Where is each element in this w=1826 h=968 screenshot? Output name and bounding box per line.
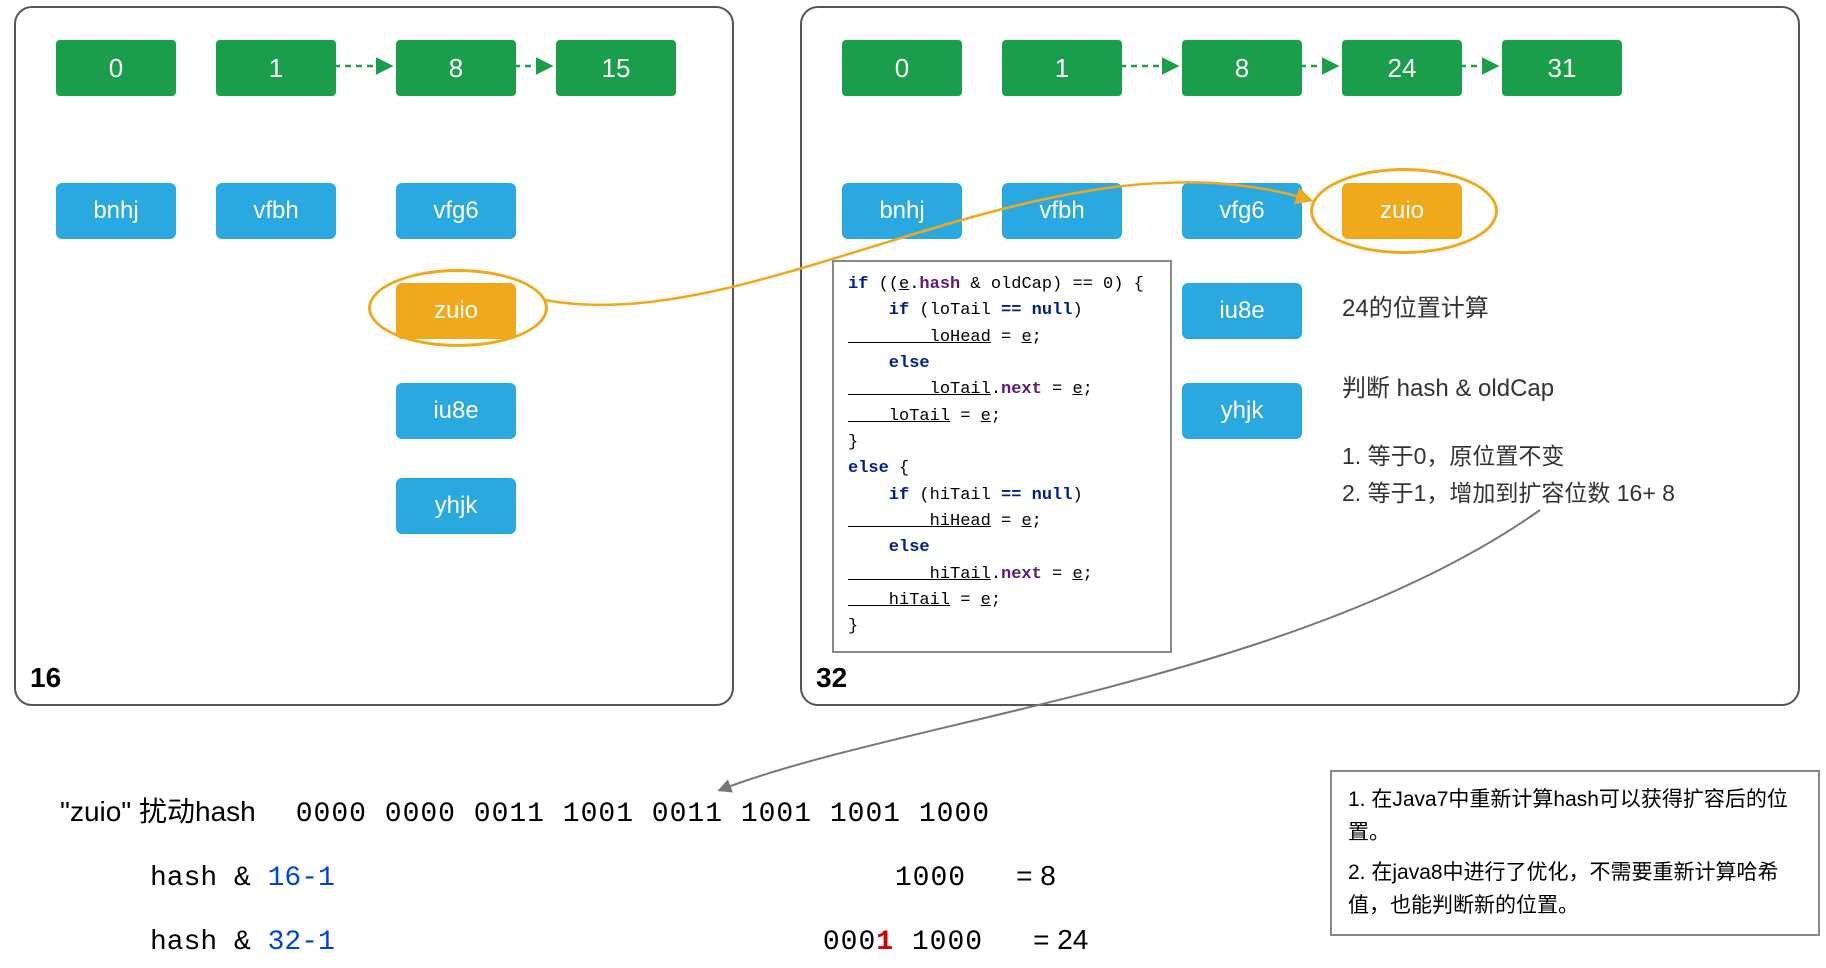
bucket-8: 8 [396, 40, 516, 96]
panel-label-32: 32 [816, 662, 847, 694]
info-title: 24的位置计算 [1342, 288, 1489, 323]
node-r-bnhj: bnhj [842, 183, 962, 239]
code-snippet: if ((e.hash & oldCap) == 0) { if (loTail… [832, 260, 1172, 653]
bucket-r1: 1 [1002, 40, 1122, 96]
node-iu8e: iu8e [396, 383, 516, 439]
bucket-r0: 0 [842, 40, 962, 96]
info-sub: 判断 hash & oldCap [1342, 368, 1554, 403]
bucket-r8: 8 [1182, 40, 1302, 96]
panel-32: 0 1 8 24 31 bnhj vfbh vfg6 iu8e yhjk zui… [800, 6, 1800, 706]
node-r-yhjk: yhjk [1182, 383, 1302, 439]
panel-16: 0 1 8 15 bnhj vfbh vfg6 zuio iu8e yhjk 1… [14, 6, 734, 706]
calc-binary: 0000 0000 0011 1001 0011 1001 1001 1000 [296, 799, 990, 830]
calc-label: "zuio" 扰动hash [60, 790, 256, 830]
node-yhjk: yhjk [396, 478, 516, 534]
highlight-ring-left [368, 269, 548, 347]
bucket-15: 15 [556, 40, 676, 96]
node-r-iu8e: iu8e [1182, 283, 1302, 339]
bucket-r24: 24 [1342, 40, 1462, 96]
node-bnhj: bnhj [56, 183, 176, 239]
panel-label-16: 16 [30, 662, 61, 694]
node-r-vfbh: vfbh [1002, 183, 1122, 239]
note-box: 1. 在Java7中重新计算hash可以获得扩容后的位置。 2. 在java8中… [1330, 770, 1820, 936]
info-list: 1. 等于0，原位置不变 2. 等于1，增加到扩容位数 16+ 8 [1342, 438, 1675, 512]
bucket-1: 1 [216, 40, 336, 96]
node-vfbh: vfbh [216, 183, 336, 239]
node-r-vfg6: vfg6 [1182, 183, 1302, 239]
bucket-r31: 31 [1502, 40, 1622, 96]
calc-block: "zuio" 扰动hash 0000 0000 0011 1001 0011 1… [60, 790, 1088, 958]
highlight-ring-right [1310, 168, 1498, 254]
bucket-0: 0 [56, 40, 176, 96]
node-vfg6: vfg6 [396, 183, 516, 239]
